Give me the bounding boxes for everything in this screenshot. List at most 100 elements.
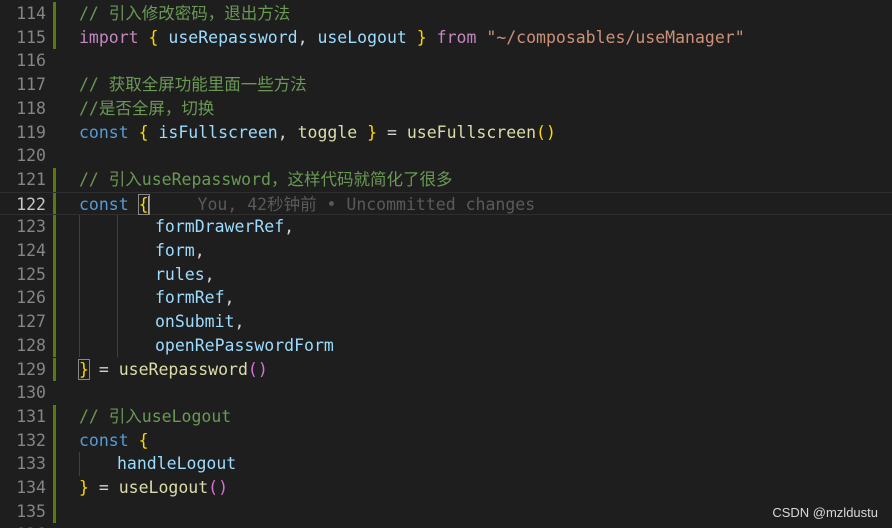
comment-text: // 引入useLogout: [79, 406, 232, 426]
code-editor[interactable]: 114 // 引入修改密码，退出方法 115 import { useRepas…: [0, 0, 892, 528]
destructured-name: onSubmit: [155, 312, 235, 332]
git-change-bar[interactable]: [53, 192, 56, 215]
code-line[interactable]: 126 formRef,: [0, 286, 892, 311]
indent-guide: [79, 239, 80, 263]
parentheses: (): [536, 122, 556, 142]
line-number: 122: [16, 194, 46, 214]
git-change-bar[interactable]: [53, 167, 56, 192]
comma: ,: [224, 288, 235, 308]
code-line[interactable]: 136 cons: [0, 523, 892, 528]
code-line[interactable]: 117 // 获取全屏功能里面一些方法: [0, 73, 892, 97]
code-line[interactable]: 115 import { useRepassword, useLogout } …: [0, 25, 892, 50]
destructured-name: formDrawerRef: [155, 217, 285, 237]
git-change-bar[interactable]: [53, 333, 56, 358]
equals-sign: =: [387, 122, 397, 142]
git-blame-annotation: You, 42秒钟前 • Uncommitted changes: [197, 194, 536, 214]
code-line[interactable]: 121 // 引入useRepassword，这样代码就简化了很多: [0, 167, 892, 192]
code-line[interactable]: 119 const { isFullscreen, toggle } = use…: [0, 121, 892, 145]
text-cursor: [147, 195, 150, 215]
code-line[interactable]: 128 openRePasswordForm: [0, 333, 892, 358]
indent-guide: [79, 310, 80, 334]
function-call: useLogout: [118, 478, 209, 497]
code-line[interactable]: 123 formDrawerRef,: [0, 215, 892, 239]
git-change-bar[interactable]: [53, 428, 56, 453]
open-brace: {: [138, 122, 149, 142]
indent-guide: [79, 286, 80, 311]
variable-name: isFullscreen: [158, 122, 278, 142]
import-name: useLogout: [317, 27, 407, 47]
destructured-name: form: [155, 241, 195, 260]
from-keyword: from: [436, 27, 477, 47]
git-change-bar[interactable]: [53, 262, 56, 287]
comma: ,: [297, 27, 308, 47]
code-line[interactable]: 127 onSubmit,: [0, 310, 892, 334]
close-brace: }: [416, 27, 427, 47]
git-change-bar[interactable]: [53, 239, 56, 263]
comma: ,: [204, 264, 215, 284]
code-line[interactable]: 130: [0, 381, 892, 405]
indent-guide: [117, 239, 118, 263]
indent-guide: [79, 262, 80, 287]
const-keyword: const: [79, 430, 129, 450]
open-brace: {: [148, 27, 159, 47]
comment-text: // 引入修改密码，退出方法: [79, 4, 291, 23]
comment-text: // 获取全屏功能里面一些方法: [79, 75, 307, 95]
line-number: 114: [16, 4, 46, 23]
line-number: 120: [16, 146, 46, 166]
comment-text: //是否全屏，切换: [79, 98, 215, 118]
variable-name: toggle: [297, 122, 358, 142]
destructured-name: handleLogout: [117, 454, 237, 474]
code-line[interactable]: 124 form,: [0, 239, 892, 263]
git-change-bar[interactable]: [53, 310, 56, 334]
indent-guide: [117, 286, 118, 311]
comma: ,: [234, 312, 245, 332]
destructured-name: formRef: [155, 288, 225, 308]
line-number: 126: [16, 288, 46, 308]
code-line[interactable]: 125 rules,: [0, 262, 892, 287]
line-number: 118: [16, 98, 46, 118]
line-number: 115: [16, 27, 46, 47]
equals-sign: =: [98, 478, 109, 497]
code-line[interactable]: 131 // 引入useLogout: [0, 404, 892, 429]
code-line[interactable]: 116: [0, 49, 892, 73]
code-line[interactable]: 118 //是否全屏，切换: [0, 97, 892, 121]
indent-guide: [117, 215, 118, 239]
git-change-bar[interactable]: [53, 404, 56, 429]
code-line[interactable]: 129 } = useRepassword(): [0, 357, 892, 382]
const-keyword: const: [79, 194, 129, 214]
git-change-bar[interactable]: [53, 499, 56, 524]
indent-guide: [79, 333, 80, 358]
comma: ,: [194, 241, 205, 260]
comment-text: // 引入useRepassword，这样代码就简化了很多: [79, 169, 453, 189]
module-path-string: "~/composables/useManager": [486, 27, 745, 47]
close-brace: }: [79, 478, 89, 497]
line-number: 128: [16, 335, 46, 355]
equals-sign: =: [98, 359, 109, 379]
current-code-line[interactable]: 122 const {You, 42秒钟前 • Uncommitted chan…: [0, 191, 892, 216]
git-change-bar[interactable]: [53, 357, 56, 382]
code-line[interactable]: 134 } = useLogout(): [0, 476, 892, 500]
parentheses: (): [247, 359, 268, 379]
git-change-bar[interactable]: [53, 2, 56, 26]
git-change-bar[interactable]: [53, 215, 56, 239]
line-number: 116: [16, 51, 46, 71]
destructured-name: rules: [155, 264, 205, 284]
git-change-bar[interactable]: [53, 476, 56, 500]
git-change-bar[interactable]: [53, 25, 56, 50]
const-keyword: const: [79, 122, 129, 142]
code-line[interactable]: 135: [0, 499, 892, 524]
git-change-bar[interactable]: [53, 452, 56, 476]
indent-guide: [79, 215, 80, 239]
line-number: 136: [0, 523, 46, 528]
line-number: 125: [16, 264, 46, 284]
code-line[interactable]: 114 // 引入修改密码，退出方法: [0, 2, 892, 26]
code-line[interactable]: 133 handleLogout: [0, 452, 892, 476]
close-brace: }: [367, 122, 378, 142]
import-name: useRepassword: [168, 27, 298, 47]
comma: ,: [277, 122, 288, 142]
code-line[interactable]: 132 const {: [0, 428, 892, 453]
git-change-bar[interactable]: [53, 286, 56, 311]
line-number: 133: [16, 454, 46, 474]
code-line[interactable]: 120: [0, 144, 892, 168]
function-call: useRepassword: [118, 359, 248, 379]
